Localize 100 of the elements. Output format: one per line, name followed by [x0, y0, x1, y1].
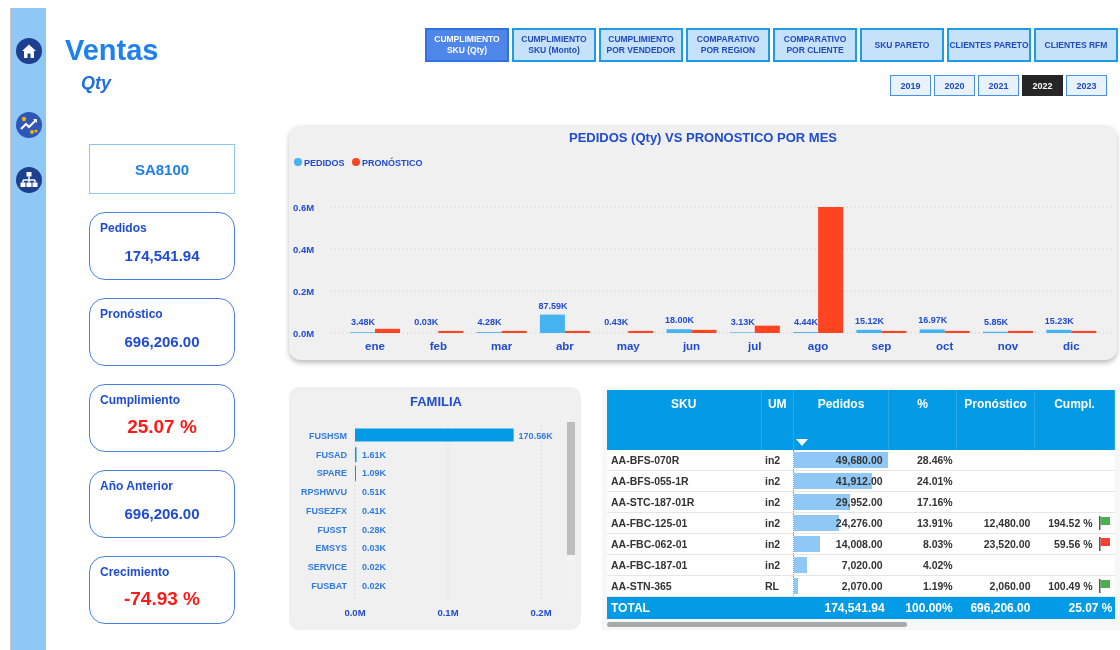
value-label: 0.03K	[414, 316, 439, 327]
year-button[interactable]: 2020	[934, 75, 975, 96]
table-cell-text: 7,020.00	[840, 559, 884, 571]
home-icon[interactable]	[14, 37, 43, 65]
axis-label: ago	[807, 340, 829, 352]
kpi-value: -74.93 %	[122, 588, 201, 610]
value-label: 0.41K	[362, 505, 387, 516]
value-label: 0.02K	[362, 580, 387, 591]
axis-label: jul	[748, 340, 762, 352]
table-cell: 174,541.94	[793, 596, 889, 619]
value-label: 15.23K	[1044, 315, 1074, 326]
scrollbar-thumb[interactable]	[607, 622, 907, 627]
axis-label: feb	[429, 340, 447, 352]
kpi-label: Pronóstico	[100, 307, 164, 321]
table-cell: in2	[761, 491, 794, 513]
year-button[interactable]: 2021	[978, 75, 1019, 96]
axis-label: dic	[1063, 340, 1080, 352]
filter-value-box: SA8100	[89, 144, 235, 194]
growth-chart-icon[interactable]	[14, 111, 43, 139]
page-title: Ventas	[65, 33, 159, 67]
column-header[interactable]: Pronóstico	[956, 390, 1035, 450]
value-label: 15.12K	[854, 315, 884, 326]
value-label: 87.59K	[538, 300, 568, 311]
bar	[438, 330, 464, 333]
value-label: 1.09K	[362, 468, 387, 479]
table-cell: AA-BFS-070R	[607, 450, 762, 471]
axis-label: SERVICE	[307, 561, 347, 572]
kpi-label: Pedidos	[100, 221, 148, 235]
nav-tab[interactable]: CUMPLIMIENTO SKU (Monto)	[512, 28, 596, 62]
table-cell: AA-STC-187-01R	[607, 491, 762, 513]
legend-dot	[294, 158, 302, 166]
bar	[628, 330, 654, 333]
kpi-value: 174,541.94	[123, 247, 201, 264]
axis-label: may	[616, 340, 640, 352]
chart-title: FAMILIA	[410, 394, 462, 409]
nav-tab[interactable]: SKU PARETO	[860, 28, 944, 62]
axis-label: FUSEZFX	[306, 505, 347, 516]
axis-label: 0.0M	[344, 607, 366, 618]
axis-label: FUSAD	[316, 449, 347, 460]
chart-title: PEDIDOS (Qty) VS PRONOSTICO POR MES	[569, 130, 837, 145]
scrollbar-thumb[interactable]	[567, 422, 575, 555]
axis-label: 0.2M	[293, 286, 315, 297]
axis-label: 0.0M	[293, 328, 315, 339]
value-label: 0.02K	[362, 561, 387, 572]
axis-label: sep	[871, 340, 892, 352]
table-cell-text: 24,276.00	[834, 517, 884, 529]
table-cell: AA-FBC-187-01	[607, 554, 762, 576]
column-header[interactable]: SKU	[607, 390, 762, 450]
axis-label: abr	[555, 340, 574, 352]
nav-tab[interactable]: CUMPLIMIENTO SKU (Qty)	[425, 28, 509, 62]
value-label: 16.97K	[918, 315, 948, 326]
table-cell: 100.49 %	[1048, 580, 1093, 592]
year-button[interactable]: 2023	[1066, 75, 1107, 96]
table-cell: in2	[761, 512, 794, 534]
axis-label: 0.1M	[437, 607, 459, 618]
value-label: 3.48K	[351, 316, 375, 327]
column-header[interactable]: %	[888, 390, 957, 450]
kpi-value: 25.07 %	[126, 416, 198, 438]
axis-label: 0.2M	[530, 607, 552, 618]
column-header[interactable]: Pedidos	[793, 390, 889, 450]
table-cell: AA-BFS-055-1R	[607, 470, 762, 492]
nav-tab[interactable]: CLIENTES PARETO	[947, 28, 1031, 62]
axis-label: oct	[936, 340, 954, 352]
kpi-value: 696,206.00	[123, 505, 201, 522]
axis-label: SPARE	[316, 468, 347, 479]
hierarchy-icon[interactable]	[14, 166, 43, 194]
axis-label: RPSHWVU	[301, 487, 347, 498]
table-cell: in2	[761, 450, 794, 471]
nav-tab[interactable]: COMPARATIVO POR REGION	[686, 28, 770, 62]
nav-tab[interactable]: COMPARATIVO POR CLIENTE	[773, 28, 857, 62]
axis-label: nov	[997, 340, 1019, 352]
value-label: 0.28K	[362, 524, 387, 535]
table-cell: 25.07 %	[1034, 596, 1115, 619]
table-cell: 28.46%	[888, 450, 957, 471]
nav-tab[interactable]: CLIENTES RFM	[1034, 28, 1118, 62]
axis-label: FUSHSM	[309, 431, 347, 441]
axis-label: mar	[491, 340, 513, 352]
year-button[interactable]: 2019	[890, 75, 931, 96]
table-cell: in2	[761, 470, 794, 492]
column-header[interactable]: UM	[761, 390, 794, 450]
legend-dot	[352, 158, 360, 166]
value-label: 5.85K	[984, 316, 1008, 327]
axis-label: EMSYS	[315, 543, 347, 554]
table-cell-text: 49,680.00	[834, 454, 884, 466]
axis-label: 0.6M	[293, 202, 315, 213]
table-cell-text: 29,952.00	[834, 496, 884, 508]
value-label: 170.56K	[518, 431, 553, 441]
table-cell: 59.56 %	[1053, 538, 1093, 550]
table-cell-text: 2,070.00	[840, 580, 884, 592]
kpi-label: Cumplimiento	[100, 393, 181, 407]
value-label: 0.03K	[362, 543, 387, 554]
column-header[interactable]: Cumpl.	[1034, 390, 1115, 450]
axis-label: 0.4M	[293, 244, 315, 255]
sort-icon[interactable]	[795, 439, 808, 446]
axis-label: ene	[365, 340, 385, 352]
value-label: 4.28K	[477, 316, 502, 327]
page-subtitle: Qty	[81, 73, 113, 94]
nav-tab[interactable]: CUMPLIMIENTO POR VENDEDOR	[599, 28, 683, 62]
axis-label: FUSBAT	[311, 580, 347, 591]
year-button[interactable]: 2022	[1022, 75, 1063, 96]
